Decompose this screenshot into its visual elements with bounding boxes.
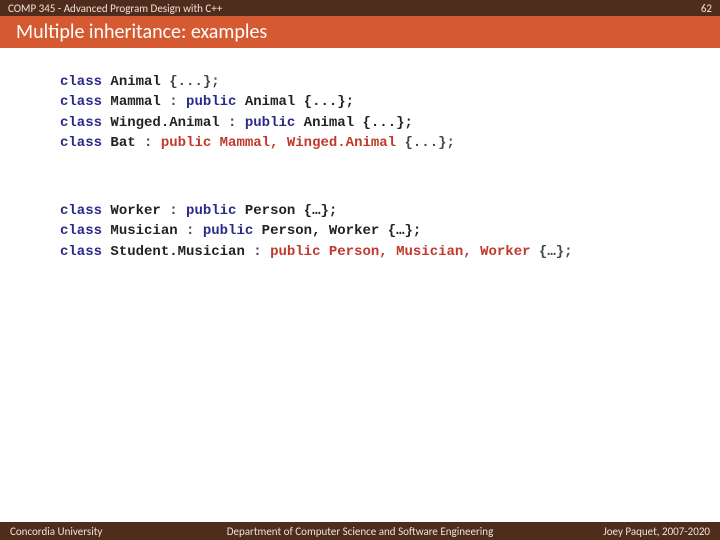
- class-name: Animal: [102, 74, 169, 90]
- base-list: Animal {...};: [236, 94, 354, 110]
- class-name: Bat: [102, 135, 144, 151]
- highlighted-bases: public Mammal, Winged.Animal: [161, 135, 396, 151]
- page-number: 62: [701, 2, 712, 15]
- base-list: Person, Worker {…};: [253, 223, 421, 239]
- base-list: Person {…};: [236, 203, 337, 219]
- class-name: Student.Musician: [102, 244, 253, 260]
- colon: :: [253, 244, 270, 260]
- keyword-class: class: [60, 115, 102, 131]
- keyword-public: public: [186, 94, 236, 110]
- course-title: COMP 345 - Advanced Program Design with …: [8, 2, 222, 15]
- base-list: Animal {...};: [295, 115, 413, 131]
- footer-bar: Concordia University Department of Compu…: [0, 522, 720, 540]
- footer-left: Concordia University: [10, 525, 102, 538]
- slide-content: class Animal {...}; class Mammal : publi…: [0, 48, 720, 262]
- colon: :: [169, 94, 186, 110]
- keyword-class: class: [60, 94, 102, 110]
- code-body: {...};: [169, 74, 219, 90]
- colon: :: [186, 223, 203, 239]
- code-line: class Winged.Animal : public Animal {...…: [60, 113, 690, 133]
- keyword-class: class: [60, 223, 102, 239]
- highlighted-bases: public Person, Musician, Worker: [270, 244, 530, 260]
- code-line: class Student.Musician : public Person, …: [60, 242, 690, 262]
- code-line: class Worker : public Person {…};: [60, 201, 690, 221]
- code-body: {...};: [396, 135, 455, 151]
- keyword-class: class: [60, 203, 102, 219]
- class-name: Winged.Animal: [102, 115, 228, 131]
- code-line: class Mammal : public Animal {...};: [60, 92, 690, 112]
- colon: :: [228, 115, 245, 131]
- code-group-2: class Worker : public Person {…}; class …: [60, 201, 690, 262]
- footer-right: Joey Paquet, 2007-2020: [603, 525, 710, 538]
- keyword-public: public: [245, 115, 295, 131]
- keyword-public: public: [186, 203, 236, 219]
- slide-title-band: Multiple inheritance: examples: [0, 16, 720, 48]
- keyword-class: class: [60, 244, 102, 260]
- keyword-public: public: [203, 223, 253, 239]
- code-group-1: class Animal {...}; class Mammal : publi…: [60, 72, 690, 153]
- footer-center: Department of Computer Science and Softw…: [227, 525, 494, 538]
- keyword-class: class: [60, 74, 102, 90]
- code-line: class Animal {...};: [60, 72, 690, 92]
- class-name: Musician: [102, 223, 186, 239]
- code-line: class Musician : public Person, Worker {…: [60, 221, 690, 241]
- colon: :: [169, 203, 186, 219]
- class-name: Worker: [102, 203, 169, 219]
- code-line: class Bat : public Mammal, Winged.Animal…: [60, 133, 690, 153]
- top-bar: COMP 345 - Advanced Program Design with …: [0, 0, 720, 16]
- keyword-class: class: [60, 135, 102, 151]
- slide-title: Multiple inheritance: examples: [16, 20, 267, 44]
- code-body: {…};: [531, 244, 573, 260]
- colon: :: [144, 135, 161, 151]
- class-name: Mammal: [102, 94, 169, 110]
